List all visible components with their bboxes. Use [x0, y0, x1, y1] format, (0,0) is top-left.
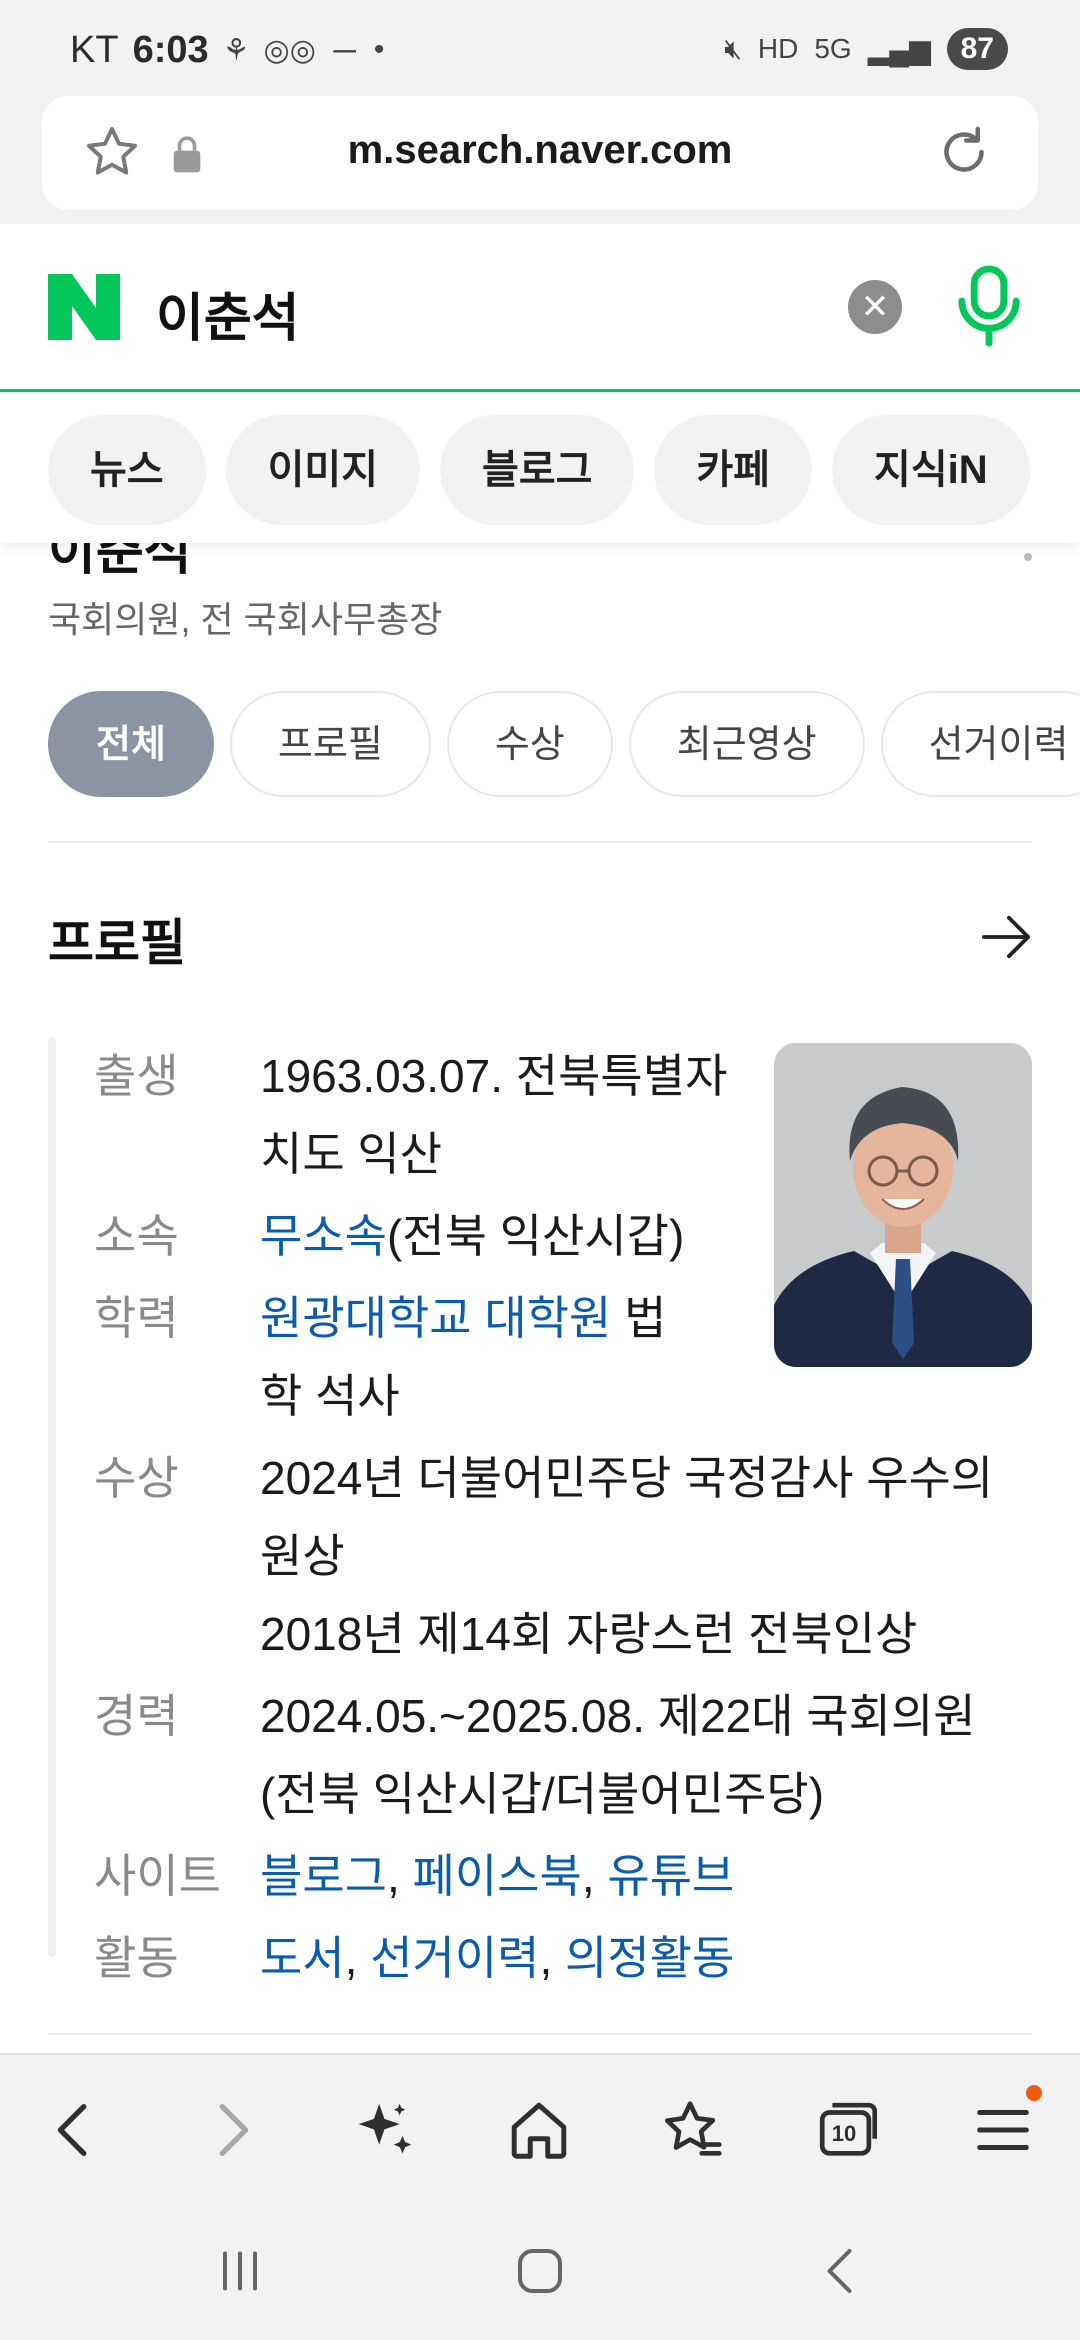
books-link[interactable]: 도서 [260, 1932, 345, 1984]
chip-awards[interactable]: 수상 [446, 691, 613, 797]
search-category-tabs: 뉴스 이미지 블로그 카페 지식iN [0, 395, 1080, 543]
ai-sparkle-icon[interactable] [350, 2095, 420, 2165]
tab-cafe[interactable]: 카페 [654, 415, 813, 525]
clock: 6:03 [132, 28, 209, 71]
affiliation-link[interactable]: 무소속 [260, 1210, 387, 1262]
arrow-right-icon[interactable] [982, 915, 1032, 959]
profile-photo[interactable] [774, 1043, 1032, 1367]
profile-row-career: 경력 2024.05.~2025.08. 제22대 국회의원 (전북 익산시갑/… [94, 1677, 1054, 1833]
chip-recent-videos[interactable]: 최근영상 [628, 691, 865, 797]
naver-logo[interactable] [48, 274, 120, 340]
search-query[interactable]: 이춘석 [156, 276, 300, 351]
birth-value: 1963.03.07. 전북특별자치도 익산 [260, 1050, 728, 1180]
url-text[interactable]: m.search.naver.com [42, 128, 1038, 173]
reload-icon[interactable] [934, 122, 994, 182]
divider [48, 2033, 1032, 2035]
back-nav-icon[interactable] [812, 2241, 872, 2301]
5g-icon: 5G [814, 33, 852, 64]
back-icon[interactable] [40, 2095, 110, 2165]
forward-icon[interactable] [196, 2095, 266, 2165]
signal-icon: ▂▄▆ [867, 33, 931, 65]
blog-link[interactable]: 블로그 [260, 1850, 387, 1902]
address-bar[interactable]: m.search.naver.com [42, 96, 1038, 210]
legislative-activity-link[interactable]: 의정활동 [565, 1932, 734, 1984]
separator: , [344, 1932, 371, 1984]
row-label: 출생 [94, 1050, 179, 1102]
facebook-link[interactable]: 페이스북 [413, 1850, 582, 1902]
row-label: 사이트 [94, 1850, 221, 1902]
row-label: 수상 [94, 1452, 179, 1504]
battery-indicator: 87 [946, 28, 1008, 70]
hd-voice-icon: HD [757, 33, 799, 64]
tabs-button[interactable]: 10 [812, 2095, 882, 2165]
award-item: 2018년 제14회 자랑스런 전북인상 [260, 1608, 918, 1660]
mute-icon: 🔇︎ [724, 32, 742, 64]
system-navigation-bar [0, 2193, 1080, 2340]
separator: , [581, 1850, 608, 1902]
row-label: 경력 [94, 1690, 179, 1742]
election-history-link[interactable]: 선거이력 [370, 1932, 539, 1984]
tmap-icon: ㄧ [329, 37, 360, 70]
address-bar-area: m.search.naver.com [0, 96, 1080, 224]
sites-value: 블로그, 페이스북, 유튜브 [260, 1837, 734, 1915]
chip-profile[interactable]: 프로필 [229, 691, 431, 797]
profile-row-activity: 활동 도서, 선거이력, 의정활동 [94, 1919, 1054, 1997]
profile-row-sites: 사이트 블로그, 페이스북, 유튜브 [94, 1837, 1054, 1915]
separator: , [386, 1850, 413, 1902]
activity-value: 도서, 선거이력, 의정활동 [260, 1919, 734, 1997]
home-icon[interactable] [504, 2095, 574, 2165]
tab-kin[interactable]: 지식iN [832, 415, 1030, 525]
person-subtitle: 국회의원, 전 국회사무총장 [48, 599, 443, 640]
affiliation-value: 무소속(전북 익산시갑) [260, 1197, 730, 1275]
recent-apps-icon[interactable] [210, 2241, 270, 2301]
notification-dot [1026, 2085, 1042, 2101]
career-value: 2024.05.~2025.08. 제22대 국회의원 (전북 익산시갑/더불어… [260, 1690, 976, 1820]
profile-section-title: 프로필 [48, 915, 186, 971]
menu-button[interactable] [968, 2085, 1042, 2165]
carrier-label: KT [70, 28, 119, 71]
award-item: 2024년 더불어민주당 국정감사 우수의원상 [260, 1452, 994, 1582]
divider [48, 841, 1032, 843]
tab-news[interactable]: 뉴스 [48, 415, 206, 525]
awards-value: 2024년 더불어민주당 국정감사 우수의원상 2018년 제14회 자랑스런 … [260, 1439, 1030, 1673]
profile-accent-bar [48, 1037, 56, 1957]
menu-icon [977, 2110, 1029, 2150]
youtube-link[interactable]: 유튜브 [607, 1850, 734, 1902]
chip-election-history[interactable]: 선거이력 [880, 691, 1080, 797]
affiliation-detail: (전북 익산시갑) [386, 1210, 685, 1262]
clear-search-button[interactable]: ✕ [848, 280, 902, 334]
search-header: 이춘석 ✕ [0, 224, 1080, 392]
bookmarks-icon[interactable] [658, 2095, 728, 2165]
status-bar: KT 6:03 ⚘ ◎◎ ㄧ • 🔇︎ HD 5G ▂▄▆ 87 [0, 0, 1080, 96]
browser-toolbar: 10 [0, 2053, 1080, 2193]
person-name: 이춘석 [48, 543, 192, 581]
tab-images[interactable]: 이미지 [225, 415, 421, 525]
education-value: 원광대학교 대학원 법학 석사 [260, 1279, 690, 1435]
search-results: 이춘석 국회의원, 전 국회사무총장 전체 프로필 수상 최근영상 선거이력 프… [0, 543, 1080, 2053]
row-label: 소속 [94, 1210, 179, 1262]
row-label: 학력 [94, 1292, 179, 1344]
home-nav-icon[interactable] [510, 2241, 570, 2301]
row-label: 활동 [94, 1932, 179, 1984]
voice-search-mic-icon[interactable] [954, 264, 1024, 348]
voicemail-icon: ◎◎ [263, 33, 316, 67]
tab-blog[interactable]: 블로그 [440, 415, 635, 525]
profile-row-awards: 수상 2024년 더불어민주당 국정감사 우수의원상 2018년 제14회 자랑… [94, 1439, 1054, 1673]
ai-sparkle-icon: ⚘ [222, 33, 250, 67]
more-dot-icon [1024, 553, 1032, 561]
chip-all[interactable]: 전체 [48, 691, 214, 797]
education-link[interactable]: 원광대학교 대학원 [260, 1292, 611, 1344]
profile-section-chips: 전체 프로필 수상 최근영상 선거이력 [48, 691, 1080, 797]
profile-card: 출생 1963.03.07. 전북특별자치도 익산 소속 무소속(전북 익산시갑… [48, 1037, 1032, 1984]
tabs-count: 10 [831, 2121, 857, 2146]
more-notifications-dot-icon: • [373, 33, 385, 66]
separator: , [539, 1932, 566, 1984]
